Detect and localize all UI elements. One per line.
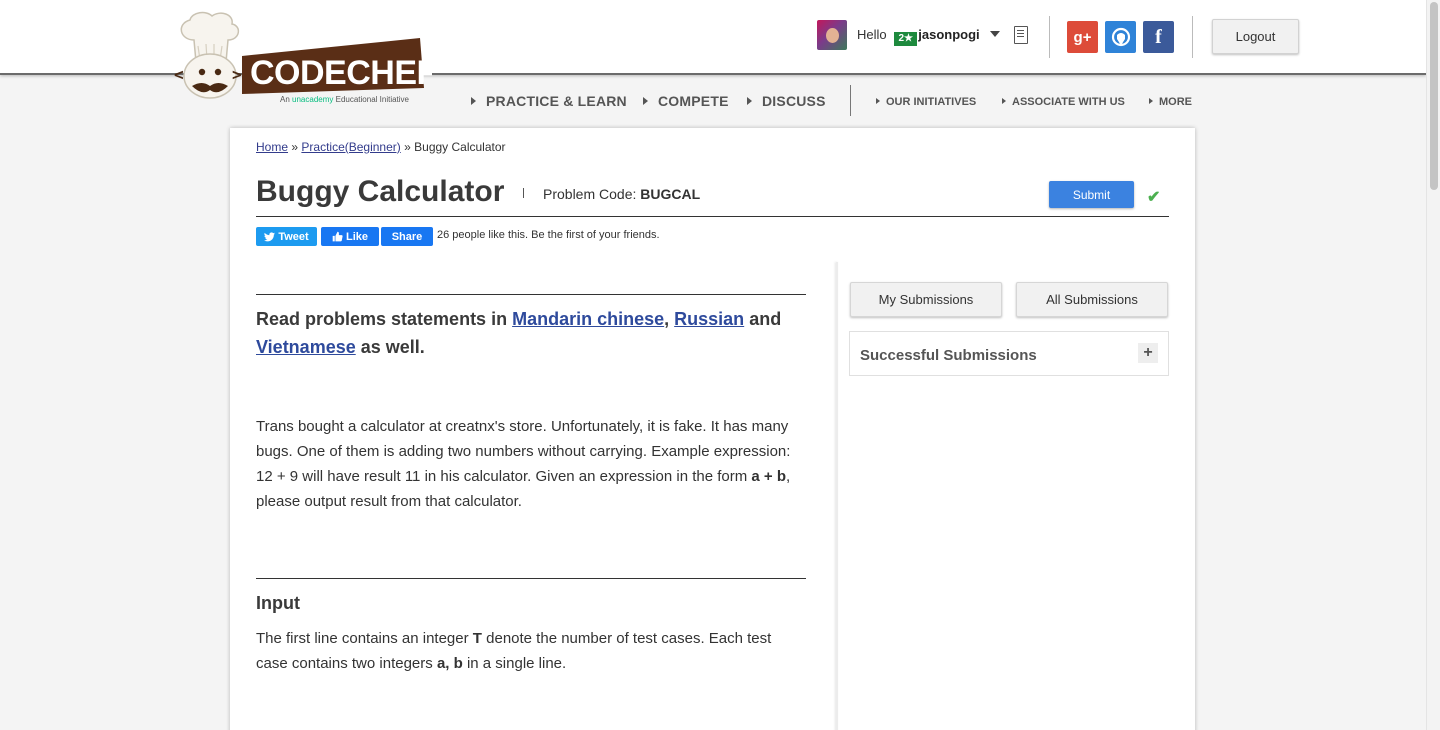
- facebook-share-button[interactable]: Share: [381, 227, 433, 246]
- caret-right-icon: [643, 97, 648, 105]
- problem-statement: Trans bought a calculator at creatnx's s…: [256, 418, 791, 510]
- column-divider: [836, 262, 838, 730]
- header-divider: [1192, 16, 1193, 58]
- successful-submissions-title: Successful Submissions: [860, 347, 1037, 364]
- section-rule: [256, 294, 806, 295]
- nav-compete[interactable]: COMPETE: [643, 93, 729, 109]
- user-menu[interactable]: Hello 2★ jasonpogi: [857, 27, 1001, 46]
- page-title: Buggy Calculator: [256, 175, 505, 208]
- chevron-down-icon[interactable]: [990, 31, 1001, 37]
- link-russian[interactable]: Russian: [674, 309, 744, 329]
- facebook-icon[interactable]: f: [1143, 21, 1174, 53]
- breadcrumb-current: Buggy Calculator: [414, 140, 506, 154]
- github-icon[interactable]: [1105, 21, 1136, 53]
- caret-right-icon: [1002, 98, 1006, 104]
- nav-practice-learn[interactable]: PRACTICE & LEARN: [471, 93, 627, 109]
- solved-check-icon: ✔: [1147, 189, 1161, 206]
- notes-icon[interactable]: [1014, 26, 1028, 44]
- svg-text:CODECHEF: CODECHEF: [250, 54, 432, 92]
- username: jasonpogi: [918, 27, 980, 42]
- logo-tagline: An unacademy Educational Initiative: [280, 95, 410, 104]
- twitter-icon: [264, 231, 276, 241]
- svg-text:<: <: [174, 65, 184, 84]
- title-rule: [256, 216, 1169, 217]
- nav-our-initiatives[interactable]: OUR INITIATIVES: [876, 96, 976, 108]
- tweet-button[interactable]: Tweet: [256, 227, 317, 246]
- problem-code: Problem Code: BUGCAL: [543, 186, 701, 202]
- nav-discuss[interactable]: DISCUSS: [747, 93, 826, 109]
- submit-button[interactable]: Submit: [1049, 181, 1134, 208]
- breadcrumb: Home » Practice(Beginner) » Buggy Calcul…: [256, 140, 506, 154]
- expand-plus-icon[interactable]: +: [1138, 343, 1158, 363]
- scrollbar-thumb[interactable]: [1430, 2, 1438, 190]
- page-scrollbar[interactable]: [1426, 0, 1440, 730]
- input-description: The first line contains an integer T den…: [256, 630, 772, 672]
- greeting-text: Hello: [857, 27, 887, 42]
- nav-more[interactable]: MORE: [1149, 96, 1192, 108]
- svg-text:>: >: [232, 65, 242, 84]
- link-mandarin[interactable]: Mandarin chinese: [512, 309, 664, 329]
- avatar[interactable]: [817, 20, 847, 50]
- input-heading: Input: [256, 593, 300, 613]
- all-submissions-button[interactable]: All Submissions: [1016, 282, 1168, 317]
- codechef-logo[interactable]: < > CODECHEF: [172, 10, 437, 108]
- section-rule: [256, 578, 806, 579]
- breadcrumb-practice[interactable]: Practice(Beginner): [301, 140, 400, 154]
- caret-right-icon: [1149, 98, 1153, 104]
- logout-button[interactable]: Logout: [1212, 19, 1299, 54]
- facebook-like-button[interactable]: Like: [321, 227, 379, 246]
- link-vietnamese[interactable]: Vietnamese: [256, 337, 356, 357]
- google-plus-icon[interactable]: g+: [1067, 21, 1098, 53]
- thumbs-up-icon: [332, 231, 343, 242]
- nav-associate-with-us[interactable]: ASSOCIATE WITH US: [1002, 96, 1125, 108]
- translations-note: Read problems statements in Mandarin chi…: [256, 309, 782, 357]
- title-separator: [523, 188, 524, 198]
- caret-right-icon: [471, 97, 476, 105]
- successful-submissions-panel[interactable]: Successful Submissions +: [849, 331, 1169, 376]
- breadcrumb-home[interactable]: Home: [256, 140, 288, 154]
- caret-right-icon: [747, 97, 752, 105]
- rating-badge: 2★: [894, 32, 918, 46]
- nav-divider: [850, 85, 851, 116]
- header-divider: [1049, 16, 1050, 58]
- my-submissions-button[interactable]: My Submissions: [850, 282, 1002, 317]
- caret-right-icon: [876, 98, 880, 104]
- likes-count-text: 26 people like this. Be the first of you…: [437, 229, 660, 241]
